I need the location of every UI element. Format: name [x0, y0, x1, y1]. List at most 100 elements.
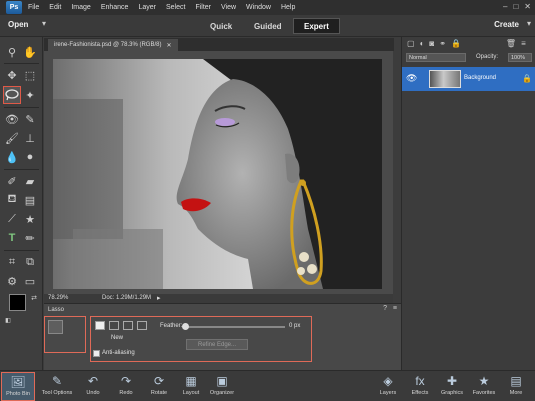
eyedropper-tool-icon[interactable]: ⟋ — [4, 211, 20, 227]
adjustment-layer-icon[interactable]: ◐ — [420, 39, 425, 48]
status-expand-icon[interactable]: ▸ — [157, 294, 161, 302]
redo-button[interactable]: ↷ Redo — [109, 372, 143, 401]
eraser-tool-icon[interactable]: ▰ — [22, 173, 38, 189]
tab-guided[interactable]: Guided — [244, 18, 292, 34]
graphics-button[interactable]: ✚ Graphics — [435, 372, 469, 401]
lock-icon[interactable]: 🔒 — [451, 39, 461, 48]
polygonal-lasso-icon[interactable] — [48, 337, 63, 351]
menu-layer[interactable]: Layer — [138, 4, 156, 11]
panel-menu-icon[interactable]: ≡ — [521, 39, 526, 48]
panel-menu-icon[interactable]: ≡ — [393, 305, 397, 312]
move-tool-icon[interactable]: ✥ — [4, 67, 20, 83]
default-colors-icon[interactable]: ◧ — [4, 316, 12, 324]
feather-slider[interactable] — [185, 326, 285, 328]
lasso-variant-icon[interactable] — [48, 320, 63, 334]
maximize-icon[interactable]: □ — [513, 2, 518, 11]
menu-select[interactable]: Select — [166, 4, 185, 11]
crop-tool-icon[interactable]: ⌗ — [4, 254, 20, 270]
menu-window[interactable]: Window — [246, 4, 271, 11]
menu-enhance[interactable]: Enhance — [101, 4, 129, 11]
straighten-tool-icon[interactable]: ▭ — [22, 273, 38, 289]
organizer-icon: ▣ — [216, 374, 228, 388]
layers-button[interactable]: ◈ Layers — [371, 372, 405, 401]
foreground-color-swatch[interactable] — [9, 294, 26, 311]
canvas-area[interactable] — [44, 51, 393, 294]
mask-icon[interactable]: ◙ — [429, 39, 434, 48]
brush-tool-icon[interactable]: ✐ — [4, 173, 20, 189]
link-icon[interactable]: ⚭ — [439, 39, 446, 48]
sponge-tool-icon[interactable]: ● — [22, 149, 38, 165]
menu-image[interactable]: Image — [71, 4, 90, 11]
toolbox-divider — [4, 107, 39, 108]
smart-brush-tool-icon[interactable]: 🖌 — [4, 130, 20, 146]
feather-slider-thumb[interactable] — [182, 323, 189, 330]
new-layer-icon[interactable]: ▢ — [407, 39, 415, 48]
favorites-button[interactable]: ★ Favorites — [467, 372, 501, 401]
marquee-tool-icon[interactable]: ⬚ — [22, 67, 38, 83]
content-aware-move-tool-icon[interactable]: ⚙ — [4, 273, 20, 289]
toolbox-divider — [4, 250, 39, 251]
opacity-field[interactable]: 100% — [508, 53, 532, 62]
layer-name: Background — [464, 75, 497, 81]
zoom-tool-icon[interactable]: ⚲ — [4, 44, 20, 60]
rotate-button[interactable]: ⟳ Rotate — [142, 372, 176, 401]
open-button[interactable]: Open — [8, 20, 28, 29]
eye-tool-icon[interactable]: 👁 — [4, 111, 20, 127]
menu-file[interactable]: File — [28, 4, 39, 11]
document-tab-bar: irene-Fashionista.psd @ 78.3% (RGB/8) ✕ — [44, 38, 394, 51]
refine-edge-button[interactable]: Refine Edge... — [186, 339, 248, 350]
tool-options-button[interactable]: ✎ Tool Options — [40, 372, 74, 401]
minimize-icon[interactable]: – — [503, 2, 507, 11]
photo-bin-button[interactable]: 🖼 Photo Bin — [1, 372, 35, 401]
document-title: irene-Fashionista.psd @ 78.3% (RGB/8) — [54, 42, 162, 48]
tool-options-icon: ✎ — [51, 374, 63, 388]
chevron-down-icon[interactable]: ▾ — [527, 19, 531, 28]
document-tab[interactable]: irene-Fashionista.psd @ 78.3% (RGB/8) ✕ — [48, 39, 178, 51]
menu-edit[interactable]: Edit — [49, 4, 61, 11]
more-button[interactable]: ▤ More — [499, 372, 533, 401]
spot-healing-tool-icon[interactable]: ✎ — [22, 111, 38, 127]
chevron-down-icon[interactable]: ▾ — [42, 19, 46, 28]
gradient-tool-icon[interactable]: ▤ — [22, 192, 38, 208]
new-selection-icon[interactable] — [95, 321, 105, 330]
add-selection-icon[interactable] — [109, 321, 119, 330]
create-button[interactable]: Create — [494, 20, 519, 29]
visibility-eye-icon[interactable]: 👁 — [406, 73, 417, 84]
photo-bin-icon: 🖼 — [10, 375, 26, 389]
tab-quick[interactable]: Quick — [200, 18, 242, 34]
recompose-tool-icon[interactable]: ⧉ — [22, 254, 38, 270]
magic-wand-tool-icon[interactable]: ✦ — [22, 87, 38, 103]
type-tool-icon[interactable]: T — [4, 230, 20, 246]
tab-expert[interactable]: Expert — [293, 18, 340, 34]
layers-panel: ▢ ◐ ◙ ⚭ 🔒 🗑 ≡ Normal Opacity: 100% 👁 Bac… — [401, 37, 535, 370]
close-icon[interactable]: ✕ — [166, 42, 171, 49]
effects-button[interactable]: fx Effects — [403, 372, 437, 401]
lasso-tool-icon[interactable] — [3, 86, 21, 104]
layer-row[interactable]: 👁 Background 🔒 — [402, 67, 535, 91]
organizer-button[interactable]: ▣ Organizer — [205, 372, 239, 401]
help-icon[interactable]: ? — [383, 305, 387, 312]
hand-tool-icon[interactable]: ✋ — [22, 44, 38, 60]
clone-stamp-tool-icon[interactable]: ⊥ — [22, 130, 38, 146]
subtract-selection-icon[interactable] — [123, 321, 133, 330]
close-icon[interactable]: ✕ — [524, 2, 531, 11]
menu-filter[interactable]: Filter — [195, 4, 211, 11]
anti-alias-checkbox[interactable] — [93, 350, 100, 357]
menu-view[interactable]: View — [221, 4, 236, 11]
app-logo: Ps — [6, 1, 22, 14]
blend-mode-select[interactable]: Normal — [406, 53, 466, 62]
magnetic-lasso-icon[interactable] — [67, 320, 82, 334]
swap-colors-icon[interactable]: ⇄ — [30, 294, 38, 302]
custom-shape-tool-icon[interactable]: ★ — [22, 211, 38, 227]
toolbox-divider — [4, 63, 39, 64]
paint-bucket-tool-icon[interactable]: ⛾ — [4, 192, 20, 208]
photo-canvas[interactable] — [53, 59, 382, 289]
lasso-variants-group — [44, 316, 86, 353]
pencil-tool-icon[interactable]: ✏ — [22, 230, 38, 246]
intersect-selection-icon[interactable] — [137, 321, 147, 330]
blur-tool-icon[interactable]: 💧 — [4, 149, 20, 165]
layout-button[interactable]: ▦ Layout — [174, 372, 208, 401]
menu-help[interactable]: Help — [281, 4, 295, 11]
undo-button[interactable]: ↶ Undo — [76, 372, 110, 401]
trash-icon[interactable]: 🗑 — [506, 39, 516, 48]
